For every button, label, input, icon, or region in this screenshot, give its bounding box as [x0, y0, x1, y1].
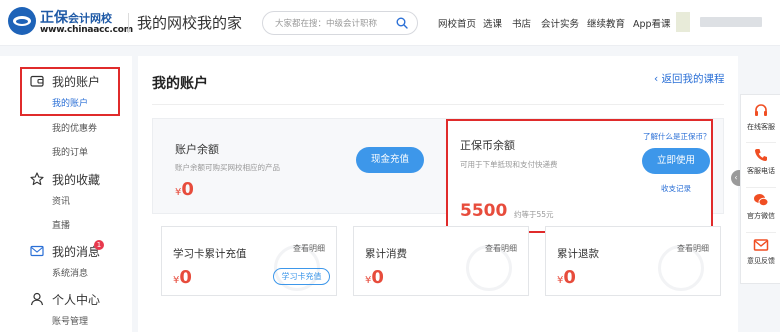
coin-desc: 可用于下单抵现和支付快递费 — [460, 160, 558, 169]
divider — [746, 187, 776, 188]
star-icon — [30, 172, 44, 186]
chevron-left-icon: ‹ — [654, 73, 662, 85]
view-details-link[interactable]: 查看明细 — [485, 243, 517, 254]
sidebar: 我的账户 我的账户 我的优惠券 我的订单 我的收藏 资讯 直播 我的消息 1 系… — [0, 56, 132, 332]
coin-balance-card: 正保币余额 了解什么是正保币？ 可用于下单抵现和支付快递费 5500 约等于55… — [446, 119, 713, 233]
total-refund-card: 累计退款 查看明细 ¥0 — [545, 226, 721, 296]
divider — [746, 232, 776, 233]
back-to-courses-link[interactable]: ‹ 返回我的课程 — [654, 71, 725, 86]
card-amount: ¥0 — [365, 267, 384, 288]
divider — [152, 104, 724, 105]
logo-url: www.chinaacc.com — [40, 25, 133, 35]
view-details-link[interactable]: 查看明细 — [293, 243, 325, 254]
balance-desc: 账户余额可购买网校相应的产品 — [175, 163, 280, 172]
envelope-icon — [753, 239, 769, 251]
wechat-icon — [754, 194, 769, 207]
sidebar-item-news[interactable]: 资讯 — [52, 194, 70, 207]
mail-icon — [30, 245, 44, 257]
site-logo[interactable]: 正保会计网校 www.chinaacc.com — [8, 6, 133, 38]
coin-records-link[interactable]: 收支记录 — [661, 183, 691, 194]
logo-mark-icon — [8, 7, 36, 35]
message-count-badge: 1 — [94, 240, 104, 250]
top-header: 正保会计网校 www.chinaacc.com 我的网校我的家 大家都在搜：中级… — [0, 0, 780, 46]
nav-continuing-education[interactable]: 继续教育 — [587, 16, 625, 30]
search-input[interactable]: 大家都在搜：中级会计职称 — [275, 17, 377, 29]
page-title: 我的账户 — [152, 76, 208, 92]
sidebar-item-coupons[interactable]: 我的优惠券 — [52, 121, 97, 134]
balance-amount: ¥0 — [175, 179, 194, 200]
card-amount: ¥0 — [557, 267, 576, 288]
headset-icon — [755, 104, 767, 116]
sidebar-item-my-account[interactable]: 我的账户 — [52, 96, 88, 109]
coin-amount: 5500 — [460, 201, 508, 221]
service-phone-button[interactable]: 客服电话 — [741, 147, 780, 176]
search-box[interactable]: 大家都在搜：中级会计职称 — [262, 11, 418, 35]
site-slogan: 我的网校我的家 — [137, 14, 243, 32]
official-wechat-button[interactable]: 官方微信 — [741, 192, 780, 221]
cash-recharge-button[interactable]: 现金充值 — [356, 147, 424, 173]
feedback-button[interactable]: 意见反馈 — [741, 237, 780, 266]
phone-icon — [755, 149, 767, 161]
avatar[interactable] — [676, 12, 690, 32]
user-name-blurred[interactable] — [700, 17, 762, 27]
use-now-button[interactable]: 立即使用 — [642, 148, 710, 174]
coin-title: 正保币余额 — [460, 139, 515, 152]
logo-text: 正保会计网校 — [40, 10, 112, 26]
header-divider — [128, 13, 129, 33]
learning-card-recharge-button[interactable]: 学习卡充值 — [273, 268, 330, 285]
search-icon[interactable] — [396, 17, 408, 29]
view-details-link[interactable]: 查看明细 — [677, 243, 709, 254]
card-title: 累计退款 — [557, 248, 599, 260]
main-panel: 我的账户 ‹ 返回我的课程 账户余额 账户余额可购买网校相应的产品 ¥0 现金充… — [138, 56, 738, 332]
nav-app[interactable]: App看课 — [633, 16, 671, 30]
balance-title: 账户余额 — [175, 143, 219, 156]
learning-card-recharge-card: 学习卡累计充值 查看明细 ¥0 学习卡充值 — [161, 226, 337, 296]
online-service-button[interactable]: 在线客服 — [741, 103, 780, 132]
sidebar-item-live[interactable]: 直播 — [52, 218, 70, 231]
nav-bookstore[interactable]: 书店 — [512, 16, 531, 30]
person-icon — [30, 292, 44, 306]
card-title: 学习卡累计充值 — [173, 248, 247, 260]
nav-home[interactable]: 网校首页 — [438, 16, 476, 30]
card-title: 累计消费 — [365, 248, 407, 260]
sidebar-item-system-messages[interactable]: 系统消息 — [52, 266, 88, 279]
sidebar-item-orders[interactable]: 我的订单 — [52, 145, 88, 158]
sidebar-item-account-settings[interactable]: 账号管理 — [52, 314, 88, 327]
total-spend-card: 累计消费 查看明细 ¥0 — [353, 226, 529, 296]
card-amount: ¥0 — [173, 267, 192, 288]
divider — [746, 142, 776, 143]
nav-courses[interactable]: 选课 — [483, 16, 502, 30]
right-float-bar: 在线客服 客服电话 官方微信 意见反馈 — [740, 94, 780, 284]
nav-accounting-practice[interactable]: 会计实务 — [541, 16, 579, 30]
wallet-icon — [30, 75, 44, 87]
what-is-coin-link[interactable]: 了解什么是正保币？ — [643, 131, 711, 142]
coin-approx-value: 约等于55元 — [514, 210, 554, 219]
